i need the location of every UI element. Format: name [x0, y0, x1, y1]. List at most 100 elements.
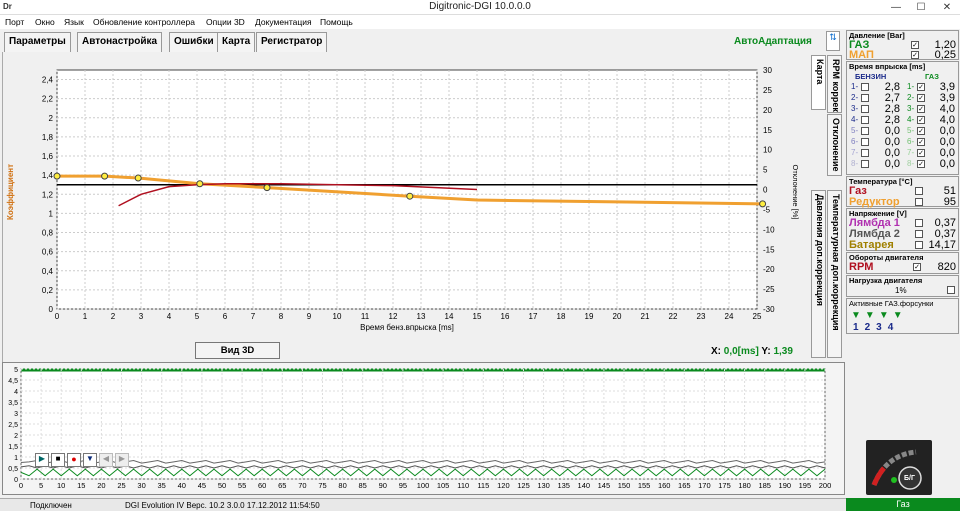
record-button[interactable]: ● [67, 453, 81, 467]
rec-x-tick: 35 [158, 481, 166, 490]
recorder-chart[interactable]: 5 4,5 4 3,5 3 2,5 2 1,5 1 0,5 00 5 10 15 20 25 30 35 40 45 5… [3, 363, 844, 494]
petrol-injector-num: 1- [851, 82, 859, 91]
rec-y-tick: 4,5 [8, 378, 18, 385]
battery-check[interactable] [915, 241, 923, 249]
download-button[interactable]: ▼ [83, 453, 97, 467]
y-tick-label: 2 [49, 114, 54, 123]
injector-icon: ▼ [878, 310, 889, 321]
y-tick-label: 1,6 [42, 152, 54, 161]
rec-x-tick: 150 [618, 481, 631, 490]
x-tick-label: 22 [669, 312, 678, 321]
gas-injector-value: 0,0 [939, 125, 955, 137]
y-tick-label: 0,2 [42, 286, 54, 295]
x-tick-label: 2 [111, 312, 116, 321]
y-tick-label: 0,4 [42, 267, 54, 276]
scroll-right-button[interactable]: ▶ [115, 453, 129, 467]
rec-x-tick: 180 [738, 481, 751, 490]
map-chart[interactable]: 0 1 2 3 4 5 6 7 8 9 10 11 12 13 14 15 16 17 18 19 20 21 22 23 24… [3, 52, 811, 342]
vtab-rpm[interactable]: RPM коррекция [827, 55, 842, 113]
lambda2-check[interactable] [915, 230, 923, 238]
petrol-injector-num: 2- [851, 93, 859, 102]
gas-injector-value: 0,0 [939, 147, 955, 159]
petrol-injector-check[interactable] [861, 94, 869, 102]
petrol-injector-check[interactable] [861, 105, 869, 113]
gas-injector-num: 2- [907, 93, 915, 102]
vtab-pressure[interactable]: Давления доп.коррекция [811, 190, 826, 358]
autoadapt-toggle[interactable]: ⇅ [826, 31, 840, 51]
x-tick-label: 3 [139, 312, 144, 321]
maximize-button[interactable]: ☐ [908, 0, 934, 15]
load-check[interactable] [947, 286, 955, 294]
tab-recorder[interactable]: Регистратор [256, 32, 328, 52]
gas-injector-check[interactable]: ✓ [917, 149, 925, 157]
rec-x-tick: 85 [359, 481, 367, 490]
tab-errors[interactable]: Ошибки [169, 32, 219, 52]
petrol-injector-num: 8- [851, 159, 859, 168]
logo-text: Б/Г [904, 475, 915, 482]
map-point [134, 174, 142, 182]
menu-docs[interactable]: Документация [255, 17, 312, 27]
y2-tick-label: 30 [763, 66, 772, 75]
stop-button[interactable]: ■ [51, 453, 65, 467]
x-tick-label: 11 [361, 312, 370, 321]
petrol-injector-check[interactable] [861, 138, 869, 146]
tab-map[interactable]: Карта [217, 32, 256, 52]
gas-pressure-check[interactable]: ✓ [911, 41, 919, 49]
tab-autotune[interactable]: Автонастройка [77, 32, 163, 52]
gas-injector-check[interactable]: ✓ [917, 105, 925, 113]
play-button[interactable]: ▶ [35, 453, 49, 467]
gas-injector-check[interactable]: ✓ [917, 83, 925, 91]
version-info: DGI Evolution IV Верс. 10.2 3.0.0 17.12.… [125, 501, 320, 510]
gas-injector-check[interactable]: ✓ [917, 116, 925, 124]
x-tick-label: 13 [417, 312, 426, 321]
menu-port[interactable]: Порт [5, 17, 24, 27]
tab-parameters[interactable]: Параметры [4, 32, 71, 52]
gas-injector-check[interactable]: ✓ [917, 138, 925, 146]
rec-x-tick: 0 [19, 481, 23, 490]
battery-value: 14,17 [928, 239, 956, 251]
map-check[interactable]: ✓ [911, 51, 919, 59]
vtab-map[interactable]: Карта [811, 55, 826, 110]
rec-x-tick: 40 [178, 481, 186, 490]
view-3d-button[interactable]: Вид 3D [195, 342, 280, 359]
menu-help[interactable]: Помощь [320, 17, 353, 27]
title-bar: Dr Digitronic-DGI 10.0.0.0 — ☐ ✕ [0, 0, 960, 15]
fuel-mode-indicator[interactable]: Газ [846, 498, 960, 511]
petrol-injector-check[interactable] [861, 160, 869, 168]
rec-x-tick: 20 [97, 481, 105, 490]
plot-area [56, 69, 758, 310]
gas-injector-value: 0,0 [939, 158, 955, 170]
vtab-deviation[interactable]: Отклонение [827, 114, 842, 176]
scroll-left-button[interactable]: ◀ [99, 453, 113, 467]
gas-temp-check[interactable] [915, 187, 923, 195]
temp-group: Температура [°C] Газ 51 Редуктор 95 [846, 176, 959, 208]
gas-injector-check[interactable]: ✓ [917, 127, 925, 135]
map-point [263, 184, 271, 192]
menu-window[interactable]: Окно [35, 17, 55, 27]
minimize-button[interactable]: — [883, 0, 909, 15]
rpm-check[interactable]: ✓ [913, 263, 921, 271]
injector-labels: 1 2 3 4 [853, 322, 894, 333]
y2-tick-label: 15 [763, 126, 772, 135]
menu-options3d[interactable]: Опции 3D [206, 17, 245, 27]
petrol-injector-check[interactable] [861, 149, 869, 157]
rec-x-tick: 185 [758, 481, 771, 490]
close-button[interactable]: ✕ [934, 0, 960, 15]
petrol-injector-num: 3- [851, 104, 859, 113]
gas-injector-check[interactable]: ✓ [917, 160, 925, 168]
petrol-injector-check[interactable] [861, 127, 869, 135]
rec-y-tick: 3 [14, 411, 18, 418]
reducer-temp-check[interactable] [915, 198, 923, 206]
load-group: Нагрузка двигателя 1% [846, 275, 959, 297]
vtab-temp[interactable]: Температурная доп.коррекция [827, 190, 842, 358]
petrol-injector-value: 2,7 [884, 92, 900, 104]
petrol-injector-num: 4- [851, 115, 859, 124]
pressure-group: Давление [Bar] ГАЗ ✓ 1,20 МАП ✓ 0,25 [846, 30, 959, 61]
menu-language[interactable]: Язык [64, 17, 84, 27]
petrol-injector-check[interactable] [861, 116, 869, 124]
lambda1-check[interactable] [915, 219, 923, 227]
menu-update[interactable]: Обновление контроллера [93, 17, 195, 27]
gas-injector-check[interactable]: ✓ [917, 94, 925, 102]
petrol-injector-check[interactable] [861, 83, 869, 91]
x-tick-label: 7 [251, 312, 256, 321]
